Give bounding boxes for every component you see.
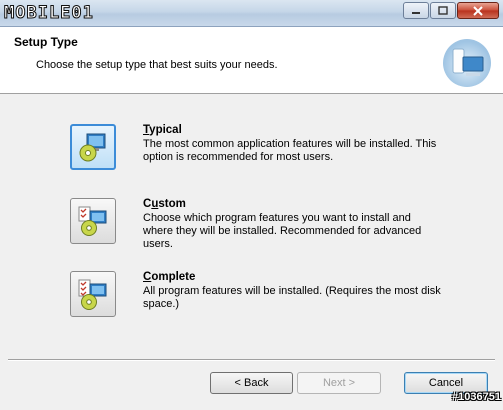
complete-title-rest: omplete	[151, 271, 196, 283]
complete-option-description: All program features will be installed. …	[143, 285, 441, 310]
maximize-icon	[438, 6, 448, 15]
window-controls	[403, 2, 499, 19]
option-custom: Custom Choose which program features you…	[70, 198, 421, 250]
custom-option-text: Custom Choose which program features you…	[143, 198, 443, 251]
typical-option-description: The most common application features wil…	[143, 138, 437, 163]
complete-option-title: Complete	[143, 271, 443, 284]
typical-option-button[interactable]	[70, 124, 116, 170]
setup-window: MOBILE01 Setup Type Choose the setup typ…	[0, 0, 503, 410]
typical-title-rest: ypical	[149, 124, 182, 136]
header-banner: Setup Type Choose the setup type that be…	[0, 27, 503, 94]
maximize-button[interactable]	[430, 2, 456, 19]
custom-title-rest: stom	[158, 198, 186, 210]
custom-option-title: Custom	[143, 198, 443, 211]
typical-option-title: Typical	[143, 124, 443, 137]
typical-option-text: Typical The most common application feat…	[143, 124, 443, 164]
complete-setup-icon	[78, 279, 107, 310]
computer-setup-icon	[443, 39, 491, 87]
complete-option-button[interactable]	[70, 271, 116, 317]
logo-text: MOBILE01	[4, 3, 94, 24]
next-button[interactable]: Next >	[297, 372, 381, 394]
watermark-id: #1036751	[452, 391, 501, 403]
minimize-icon	[412, 11, 420, 14]
option-typical: Typical The most common application feat…	[70, 124, 436, 170]
typical-setup-icon	[79, 133, 106, 162]
complete-option-text: Complete All program features will be in…	[143, 271, 443, 311]
app-logo: MOBILE01	[4, 3, 94, 24]
custom-option-description: Choose which program features you want t…	[143, 212, 422, 250]
option-complete: Complete All program features will be in…	[70, 271, 441, 317]
back-button[interactable]: < Back	[210, 372, 293, 394]
custom-option-button[interactable]	[70, 198, 116, 244]
close-icon	[473, 5, 483, 16]
custom-setup-icon	[78, 206, 107, 236]
footer-divider	[8, 359, 495, 361]
page-subtitle: Choose the setup type that best suits yo…	[36, 59, 278, 71]
title-bar[interactable]: MOBILE01	[0, 0, 503, 27]
close-button[interactable]	[457, 2, 499, 19]
minimize-button[interactable]	[403, 2, 429, 19]
dialog-body: Typical The most common application feat…	[0, 94, 503, 410]
page-title: Setup Type	[14, 35, 78, 49]
